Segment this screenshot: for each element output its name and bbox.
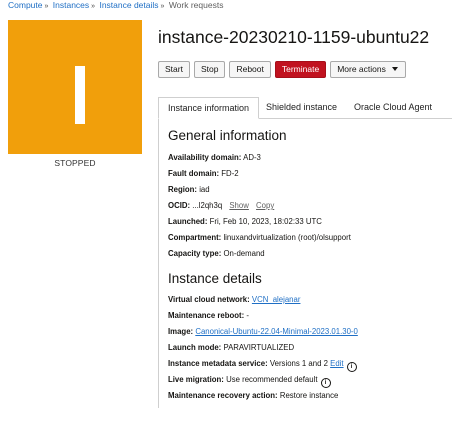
breadcrumb-separator: » [160,3,165,10]
metadata-service-row: Instance metadata service: Versions 1 an… [168,359,357,372]
field-value: linuxandvirtualization (root)/olsupport [223,233,351,242]
breadcrumb-instance-details[interactable]: Instance details [99,0,158,10]
tab-shielded-instance[interactable]: Shielded instance [266,97,337,119]
more-actions-label: More actions [337,64,386,74]
field-label: Launched: [168,217,208,226]
compartment-row: Compartment: linuxandvirtualization (roo… [168,233,351,242]
breadcrumb-current: Work requests [168,0,224,10]
field-value: FD-2 [221,169,239,178]
instance-status-icon [8,20,142,154]
general-information-heading: General information [168,128,287,143]
field-value: iad [199,185,210,194]
field-label: Availability domain: [168,153,242,162]
field-label: Live migration: [168,375,224,384]
field-label: Virtual cloud network: [168,295,250,304]
field-value: PARAVIRTUALIZED [223,343,295,352]
field-label: Fault domain: [168,169,220,178]
live-migration-row: Live migration: Use recommended default i [168,375,331,388]
recovery-action-row: Maintenance recovery action: Restore ins… [168,391,338,400]
field-label: Compartment: [168,233,222,242]
instance-details-heading: Instance details [168,271,262,286]
image-row: Image: Canonical-Ubuntu-22.04-Minimal-20… [168,327,358,336]
maintenance-reboot-row: Maintenance reboot: - [168,311,249,320]
field-value: Fri, Feb 10, 2023, 18:02:33 UTC [209,217,322,226]
field-value: On-demand [223,249,265,258]
page-title: instance-20230210-1159-ubuntu22 [158,27,430,47]
image-link[interactable]: Canonical-Ubuntu-22.04-Minimal-2023.01.3… [195,327,358,336]
field-label: OCID: [168,201,191,210]
action-bar: Start Stop Reboot Terminate More actions [158,61,406,78]
field-value: AD-3 [243,153,261,162]
vcn-link[interactable]: VCN_alejanar [252,295,301,304]
field-label: Image: [168,327,194,336]
breadcrumb-instances[interactable]: Instances [53,0,89,10]
start-button[interactable]: Start [158,61,190,78]
field-label: Maintenance recovery action: [168,391,278,400]
info-icon[interactable]: i [320,378,331,388]
field-label: Capacity type: [168,249,222,258]
field-label: Region: [168,185,198,194]
launched-row: Launched: Fri, Feb 10, 2023, 18:02:33 UT… [168,217,322,226]
terminate-button[interactable]: Terminate [274,61,327,78]
launch-mode-row: Launch mode: PARAVIRTUALIZED [168,343,294,352]
availability-domain-row: Availability domain: AD-3 [168,153,261,162]
vcn-row: Virtual cloud network: VCN_alejanar [168,295,300,304]
instance-glyph-icon [75,66,85,124]
ocid-row: OCID: ...l2qh3q Show Copy [168,201,274,210]
info-icon[interactable]: i [346,362,357,372]
chevron-down-icon [391,67,398,71]
field-value: - [246,311,250,320]
tab-oracle-cloud-agent[interactable]: Oracle Cloud Agent [354,97,432,119]
ocid-show-link[interactable]: Show [229,201,249,210]
region-row: Region: iad [168,185,210,194]
field-label: Instance metadata service: [168,359,268,368]
ocid-copy-link[interactable]: Copy [256,201,274,210]
field-value: Use recommended default [226,375,318,384]
fault-domain-row: Fault domain: FD-2 [168,169,239,178]
field-value: ...l2qh3q [192,201,223,210]
tab-instance-information[interactable]: Instance information [158,97,260,119]
more-actions-button[interactable]: More actions [330,61,406,78]
reboot-button[interactable]: Reboot [229,61,271,78]
breadcrumb-separator: » [44,3,49,10]
stop-button[interactable]: Stop [193,61,226,78]
tab-bar: Instance information Shielded instance O… [158,97,452,119]
capacity-type-row: Capacity type: On-demand [168,249,265,258]
field-value: Versions 1 and 2 [269,359,328,368]
breadcrumb-separator: » [91,3,96,10]
field-label: Launch mode: [168,343,222,352]
breadcrumb: Compute» Instances» Instance details» Wo… [8,0,223,10]
metadata-edit-link[interactable]: Edit [330,359,343,368]
field-value: Restore instance [279,391,339,400]
breadcrumb-compute[interactable]: Compute [8,0,43,10]
field-label: Maintenance reboot: [168,311,245,320]
instance-state-label: STOPPED [54,158,96,168]
